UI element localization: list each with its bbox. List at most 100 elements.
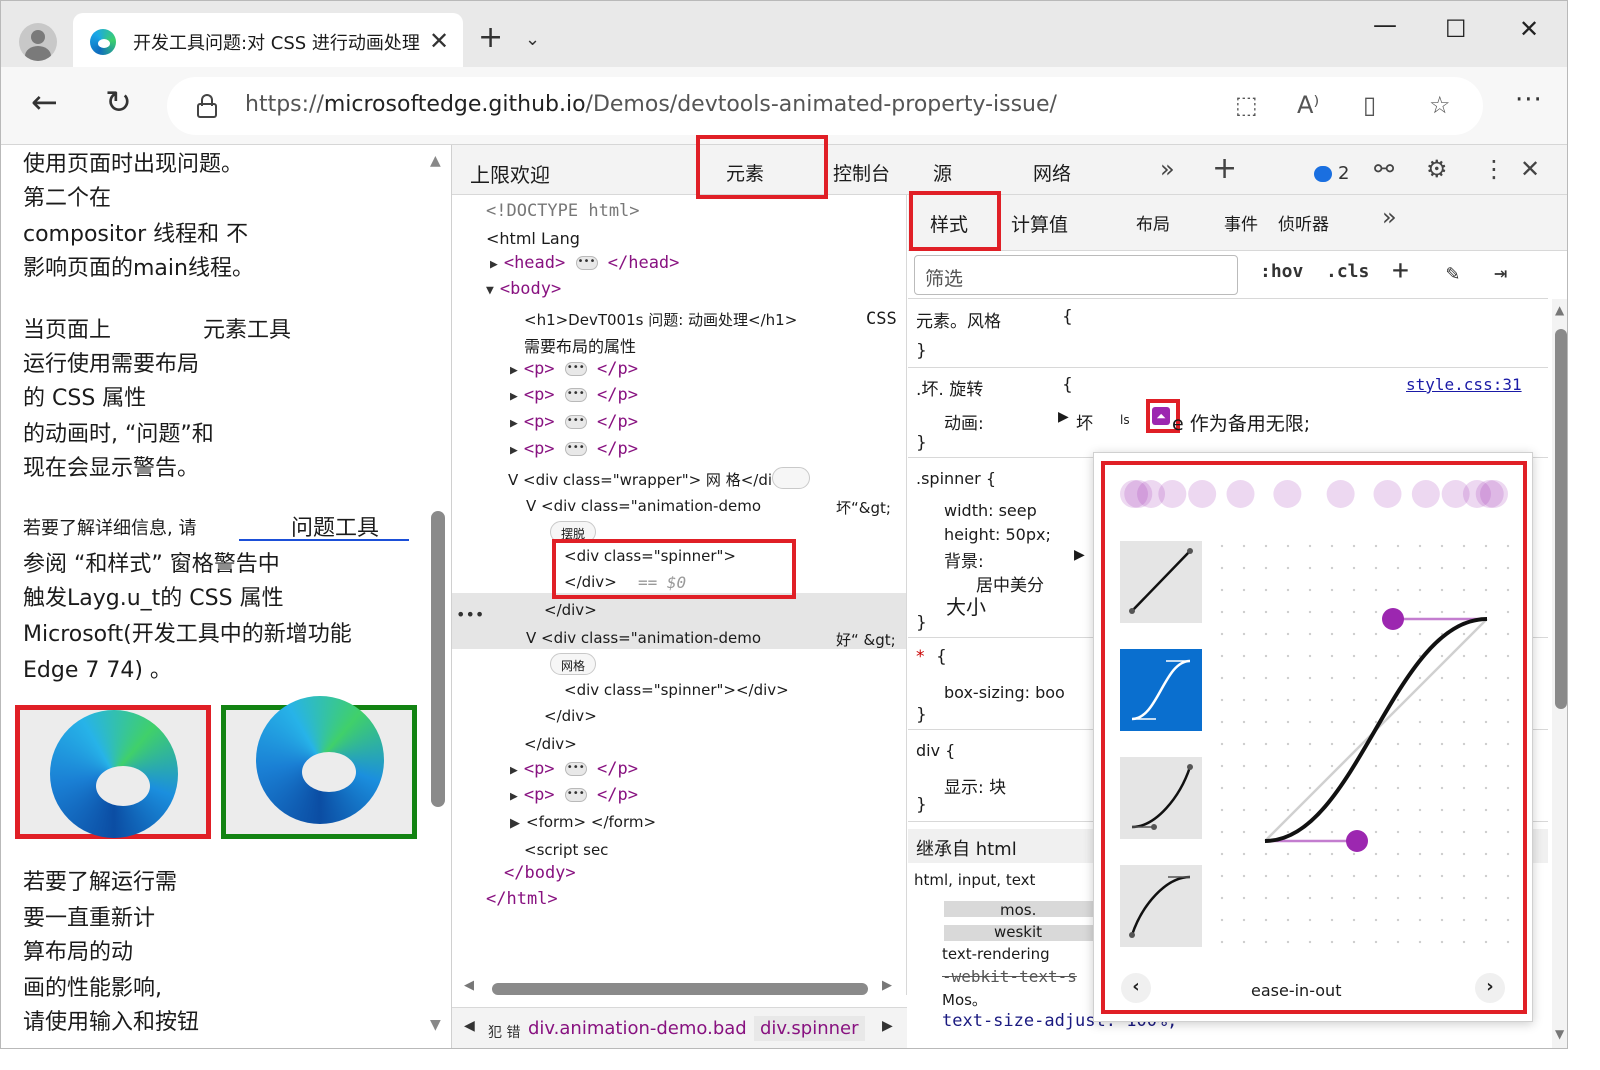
expand-triangle-icon[interactable]: ▶ [1074, 547, 1085, 563]
p-node[interactable]: ▶ <p> ••• </p> [510, 759, 638, 779]
ellipsis-icon[interactable]: ••• [564, 762, 587, 776]
height-declaration[interactable]: height: 50px; [944, 525, 1051, 544]
expand-triangle-icon[interactable]: ▶ [510, 443, 518, 458]
mos-property[interactable]: Mos。 [942, 989, 987, 1010]
webkit-property[interactable]: weskit [994, 923, 1042, 941]
styles-filter-input[interactable]: 筛选 [914, 255, 1238, 295]
tree-horizontal-scrollbar[interactable]: ◀ ▶ [462, 978, 902, 996]
customize-menu-icon[interactable]: ⋮ [1482, 155, 1506, 183]
animation-demo-good-node[interactable]: V <div class="animation-demo [526, 629, 761, 647]
style-source-link[interactable]: style.css:31 [1406, 375, 1522, 394]
scroll-left-arrow-icon[interactable]: ◀ [464, 978, 474, 993]
h1-node[interactable]: <h1>DevT001s 问题: 动画处理</h1> [524, 309, 797, 330]
page-scrollbar[interactable]: ▲ ▼ [427, 145, 449, 1048]
url-field[interactable]: https://microsoftedge.github.io/Demos/de… [167, 77, 1483, 135]
grid-badge[interactable] [772, 467, 810, 489]
toggle-sidebar-icon[interactable]: ⇥ [1494, 261, 1507, 286]
scroll-down-arrow-icon[interactable]: ▼ [430, 1017, 441, 1033]
background-declaration[interactable]: 背景: [944, 547, 984, 572]
breadcrumb-item[interactable]: div.animation-demo.bad [522, 1016, 753, 1041]
p-node[interactable]: ▶ <p> ••• </p> [510, 385, 638, 405]
scrollbar-thumb[interactable] [492, 983, 868, 995]
read-aloud-icon[interactable]: A⁾ [1297, 91, 1319, 119]
add-tool-icon[interactable]: + [1212, 151, 1237, 186]
expand-triangle-icon[interactable]: ▶ [510, 763, 518, 778]
grid-badge[interactable]: 网格 [550, 653, 597, 675]
animation-demo-bad-node[interactable]: V <div class="animation-demo [526, 497, 761, 515]
breadcrumb-item-selected[interactable]: div.spinner [754, 1016, 865, 1041]
ellipsis-icon[interactable]: ••• [564, 362, 587, 376]
more-tabs-chevron-icon[interactable]: » [1160, 155, 1175, 183]
animation-value[interactable]: 坏 [1076, 409, 1093, 434]
refresh-icon[interactable]: ↻ [105, 85, 132, 119]
scrollbar-thumb[interactable] [431, 511, 445, 807]
script-node[interactable]: <script sec [524, 841, 608, 859]
node-actions-icon[interactable]: ••• [456, 605, 484, 624]
breadcrumb-left-icon[interactable]: ◀ [464, 1018, 475, 1034]
tab-close-icon[interactable]: ✕ [429, 27, 449, 55]
styles-scrollbar[interactable]: ▲ ▼ [1552, 299, 1567, 1048]
p-node[interactable]: ▶ <p> ••• </p> [510, 785, 638, 805]
ellipsis-icon[interactable]: ••• [564, 788, 587, 802]
expand-triangle-icon[interactable]: ▶ [510, 816, 520, 831]
expand-triangle-icon[interactable]: ▶ [510, 789, 518, 804]
ellipsis-icon[interactable]: ••• [564, 442, 587, 456]
ellipsis-icon[interactable]: ••• [575, 256, 598, 270]
issues-count[interactable]: 2 [1338, 163, 1349, 184]
profile-avatar-icon[interactable] [19, 23, 57, 61]
spinner-node-2[interactable]: <div class="spinner"></div> [564, 681, 789, 699]
collapse-triangle-icon[interactable]: ▼ [486, 283, 494, 298]
new-style-rule-icon[interactable]: + [1392, 253, 1409, 286]
animation-value[interactable]: ls [1120, 413, 1130, 427]
subtab-events[interactable]: 事件 [1224, 210, 1258, 235]
display-declaration[interactable]: 显示: 块 [944, 773, 1006, 798]
scroll-right-arrow-icon[interactable]: ▶ [882, 978, 892, 993]
head-node[interactable]: ▶ <head> ••• </head> [490, 253, 679, 273]
doctype-node[interactable]: <!DOCTYPE html> [486, 201, 640, 221]
form-node[interactable]: ▶ <form> </form> [510, 813, 656, 831]
animation-property[interactable]: 动画: [944, 409, 984, 434]
animation-value[interactable]: e 作为备用无限; [1172, 409, 1310, 436]
breadcrumb-right-icon[interactable]: ▶ [882, 1018, 893, 1034]
maximize-icon[interactable]: ☐ [1445, 15, 1467, 43]
more-subtabs-chevron-icon[interactable]: » [1382, 203, 1397, 231]
div-close[interactable]: </div> [524, 735, 577, 753]
ellipsis-icon[interactable]: ••• [564, 415, 587, 429]
minimize-icon[interactable]: — [1373, 11, 1397, 39]
browser-tab-active[interactable]: 开发工具问题:对 CSS 进行动画处理 ✕ [73, 13, 463, 69]
favorite-star-icon[interactable]: ☆ [1429, 91, 1451, 119]
paintbrush-icon[interactable]: ✎ [1446, 261, 1459, 286]
expand-triangle-icon[interactable]: ▶ [490, 257, 498, 272]
body-close[interactable]: </body> [504, 863, 576, 883]
scroll-down-arrow-icon[interactable]: ▼ [1555, 1027, 1564, 1041]
lock-icon[interactable] [197, 94, 217, 118]
class-toggle-button[interactable]: .cls [1326, 261, 1369, 282]
tab-console[interactable]: 控制台 [833, 159, 890, 186]
window-close-icon[interactable]: ✕ [1519, 15, 1539, 43]
box-sizing-declaration[interactable]: box-sizing: boo [944, 683, 1065, 702]
tab-network[interactable]: 网络 [1033, 159, 1071, 186]
expand-triangle-icon[interactable]: ▶ [510, 389, 518, 404]
settings-gear-icon[interactable]: ⚙ [1426, 155, 1448, 183]
expand-triangle-icon[interactable]: ▶ [510, 416, 518, 431]
app-available-icon[interactable]: ⬚ [1235, 91, 1258, 119]
p-node[interactable]: ▶ <p> ••• </p> [510, 439, 638, 459]
tab-sources[interactable]: 源 [933, 159, 952, 186]
issues-badge-icon[interactable] [1314, 166, 1332, 182]
html-close[interactable]: </html> [486, 889, 558, 909]
scroll-up-arrow-icon[interactable]: ▲ [430, 153, 441, 169]
wrapper-node[interactable]: V <div class="wrapper"> 网 格</div> [508, 469, 793, 490]
back-arrow-icon[interactable]: ← [31, 85, 58, 119]
settings-more-icon[interactable]: ··· [1515, 85, 1543, 115]
html-node[interactable]: <html Lang [486, 229, 580, 248]
expand-triangle-icon[interactable]: ▶ [1058, 409, 1069, 425]
subtab-listeners[interactable]: 侦听器 [1278, 210, 1329, 235]
subtab-layout[interactable]: 布局 [1136, 210, 1170, 235]
width-declaration[interactable]: width: seep [944, 501, 1037, 520]
webkit-text-size-property[interactable]: -webkit-text-s [942, 967, 1077, 986]
text-rendering-property[interactable]: text-rendering [942, 945, 1050, 963]
body-node[interactable]: ▼ <body> [486, 279, 561, 299]
expand-triangle-icon[interactable]: ▶ [510, 363, 518, 378]
ellipsis-icon[interactable]: ••• [564, 388, 587, 402]
p-node[interactable]: ▶ <p> ••• </p> [510, 359, 638, 379]
